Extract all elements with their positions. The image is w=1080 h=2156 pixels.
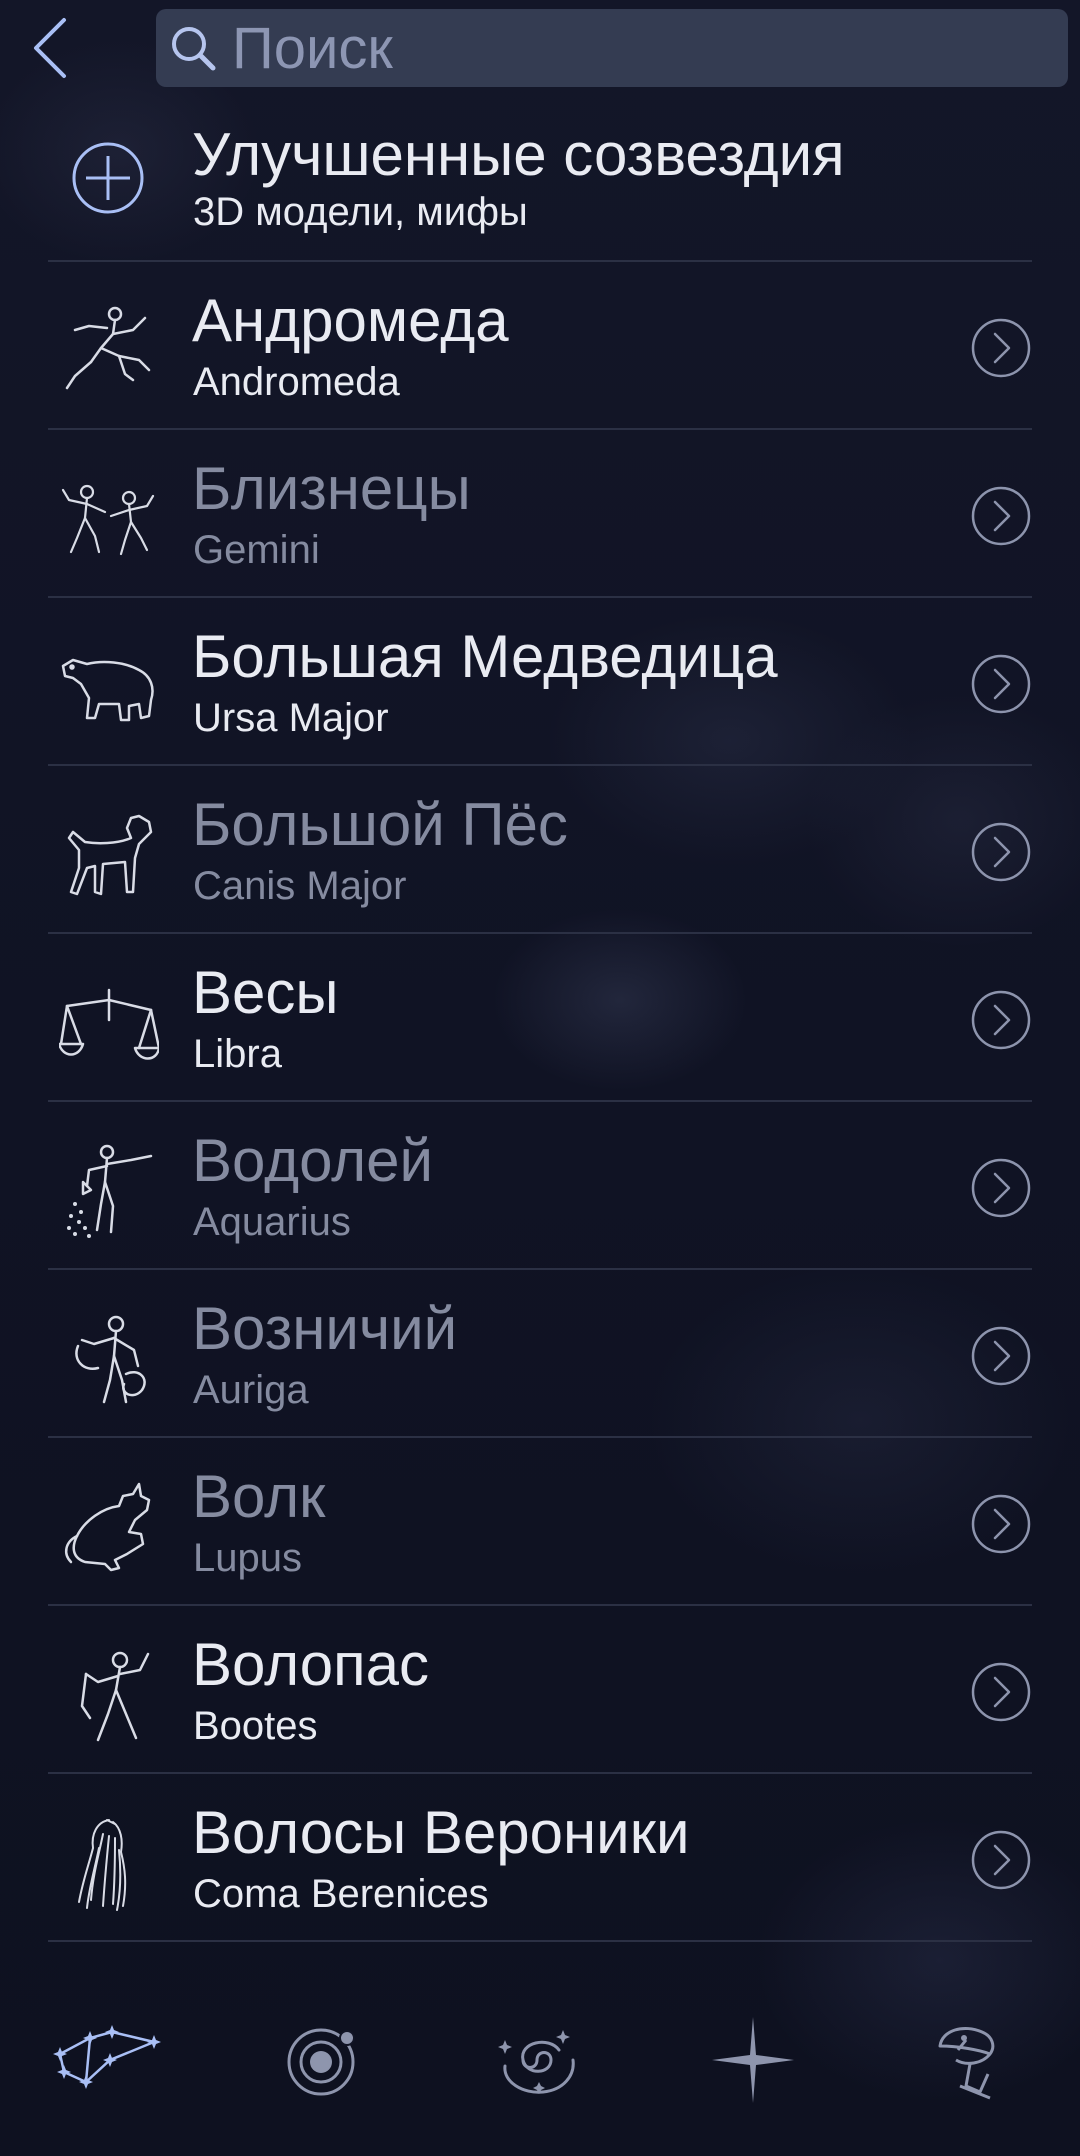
constellation-row[interactable]: Большая Медведица Ursa Major — [0, 598, 1080, 766]
bootes-figure-icon — [54, 1646, 164, 1746]
chevron-left-icon — [34, 18, 66, 78]
andromeda-figure-icon — [54, 302, 164, 402]
constellation-latin-name: Aquarius — [193, 1200, 351, 1244]
constellation-name: Волопас — [192, 1631, 429, 1698]
chevron-right-circle-icon[interactable] — [970, 1157, 1032, 1219]
constellations-icon — [53, 2025, 161, 2089]
constellation-row[interactable]: Волопас Bootes — [0, 1606, 1080, 1774]
row-divider — [48, 1940, 1032, 1942]
enhanced-constellations-title: Улучшенные созвездия — [192, 121, 845, 188]
canis-major-dog-icon — [54, 806, 164, 906]
chevron-right-circle-icon[interactable] — [970, 1829, 1032, 1891]
constellation-name: Водолей — [192, 1127, 434, 1194]
constellation-name: Большой Пёс — [192, 791, 568, 858]
back-button[interactable] — [20, 12, 80, 84]
constellation-latin-name: Bootes — [193, 1704, 318, 1748]
constellation-latin-name: Ursa Major — [193, 696, 389, 740]
coma-berenices-hair-icon — [54, 1814, 164, 1914]
search-field[interactable] — [156, 9, 1068, 87]
constellation-name: Андромеда — [192, 287, 509, 354]
deep-sky-galaxy-icon — [498, 2030, 575, 2094]
constellation-name: Волосы Вероники — [192, 1799, 690, 1866]
search-icon — [168, 23, 218, 73]
nav-deep-sky-button[interactable] — [478, 2010, 598, 2110]
constellation-list: Улучшенные созвездия 3D модели, мифы Анд… — [0, 100, 1080, 1942]
top-bar — [0, 0, 1080, 100]
chevron-right-circle-icon[interactable] — [970, 317, 1032, 379]
constellation-latin-name: Gemini — [193, 528, 320, 572]
constellation-row[interactable]: Близнецы Gemini — [0, 430, 1080, 598]
chevron-right-circle-icon[interactable] — [970, 1325, 1032, 1387]
nav-constellations-button[interactable] — [48, 2010, 168, 2110]
constellation-latin-name: Auriga — [193, 1368, 309, 1412]
star-icon — [712, 2017, 794, 2103]
constellation-row[interactable]: Волк Lupus — [0, 1438, 1080, 1606]
solar-system-icon — [287, 2028, 355, 2096]
nav-solar-system-button[interactable] — [263, 2010, 383, 2110]
chevron-right-circle-icon[interactable] — [970, 821, 1032, 883]
constellation-latin-name: Libra — [193, 1032, 282, 1076]
nav-satellites-button[interactable] — [910, 2010, 1030, 2110]
chevron-right-circle-icon[interactable] — [970, 1493, 1032, 1555]
ursa-major-bear-icon — [54, 638, 164, 738]
satellite-icon — [938, 2027, 995, 2100]
constellation-name: Весы — [192, 959, 339, 1026]
constellation-latin-name: Andromeda — [193, 360, 400, 404]
bottom-navigation — [0, 1990, 1080, 2150]
constellation-row[interactable]: Андромеда Andromeda — [0, 262, 1080, 430]
constellation-name: Возничий — [192, 1295, 458, 1362]
constellation-name: Близнецы — [192, 455, 471, 522]
constellation-latin-name: Canis Major — [193, 864, 407, 908]
chevron-right-circle-icon[interactable] — [970, 989, 1032, 1051]
libra-scales-icon — [54, 974, 164, 1074]
constellation-name: Большая Медведица — [192, 623, 778, 690]
gemini-figure-icon — [54, 470, 164, 570]
constellation-row[interactable]: Возничий Auriga — [0, 1270, 1080, 1438]
chevron-right-circle-icon[interactable] — [970, 653, 1032, 715]
constellation-latin-name: Coma Berenices — [193, 1872, 489, 1916]
constellation-row[interactable]: Водолей Aquarius — [0, 1102, 1080, 1270]
enhanced-constellations-subtitle: 3D модели, мифы — [193, 190, 528, 234]
lupus-wolf-icon — [54, 1478, 164, 1578]
chevron-right-circle-icon[interactable] — [970, 1661, 1032, 1723]
nav-stars-button[interactable] — [693, 2010, 813, 2110]
add-circle-icon — [68, 138, 148, 218]
constellation-row[interactable]: Весы Libra — [0, 934, 1080, 1102]
constellation-name: Волк — [192, 1463, 326, 1530]
search-input[interactable] — [218, 12, 1068, 84]
enhanced-constellations-item[interactable]: Улучшенные созвездия 3D модели, мифы — [0, 100, 1080, 262]
chevron-right-circle-icon[interactable] — [970, 485, 1032, 547]
constellation-latin-name: Lupus — [193, 1536, 302, 1580]
constellation-row[interactable]: Большой Пёс Canis Major — [0, 766, 1080, 934]
auriga-figure-icon — [54, 1310, 164, 1410]
aquarius-figure-icon — [54, 1142, 164, 1242]
constellation-row[interactable]: Волосы Вероники Coma Berenices — [0, 1774, 1080, 1942]
